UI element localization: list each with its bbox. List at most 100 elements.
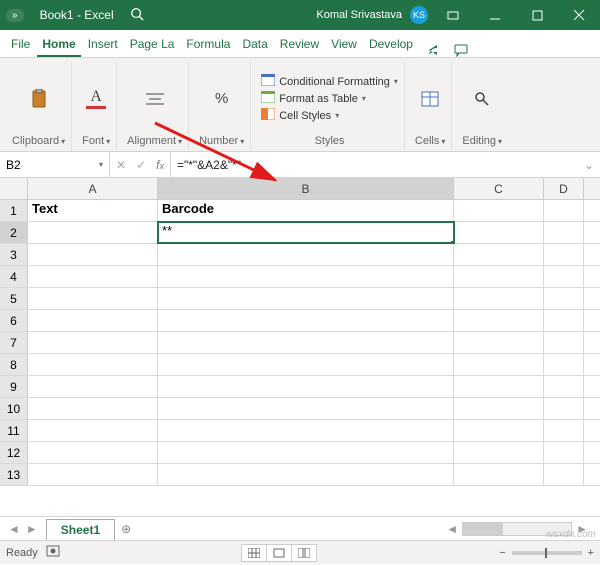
view-page-layout-icon[interactable] — [266, 544, 292, 562]
table-row[interactable]: 3 — [0, 244, 600, 266]
zoom-out-icon[interactable]: − — [499, 547, 505, 559]
cell[interactable] — [454, 376, 544, 397]
editing-button[interactable] — [472, 89, 492, 109]
cell[interactable] — [544, 464, 584, 485]
comments-button[interactable] — [448, 43, 474, 57]
new-sheet-button[interactable]: ⊕ — [121, 522, 131, 536]
minimize-icon[interactable] — [478, 0, 512, 30]
cell[interactable] — [454, 442, 544, 463]
cell[interactable] — [28, 288, 158, 309]
tab-developer[interactable]: Develop — [364, 32, 418, 57]
cell[interactable] — [158, 442, 454, 463]
cell[interactable] — [454, 354, 544, 375]
cell[interactable] — [158, 376, 454, 397]
column-header-A[interactable]: A — [28, 178, 158, 199]
zoom-slider[interactable] — [512, 551, 582, 555]
select-all-corner[interactable] — [0, 178, 28, 199]
tab-file[interactable]: File — [6, 32, 35, 57]
cell[interactable] — [454, 200, 544, 221]
tab-data[interactable]: Data — [237, 32, 272, 57]
expand-formula-icon[interactable]: ⌄ — [578, 158, 600, 172]
cell[interactable] — [544, 420, 584, 441]
cell[interactable] — [28, 332, 158, 353]
close-icon[interactable] — [562, 0, 596, 30]
cell-styles-button[interactable]: Cell Styles ▾ — [261, 108, 398, 123]
sheet-nav-prev-icon[interactable]: ◄ — [8, 522, 20, 536]
cell[interactable] — [158, 332, 454, 353]
table-row[interactable]: 7 — [0, 332, 600, 354]
view-normal-icon[interactable] — [241, 544, 267, 562]
row-header[interactable]: 4 — [0, 266, 28, 287]
cell[interactable] — [158, 288, 454, 309]
number-button[interactable]: % — [212, 89, 232, 109]
cell[interactable]: ** — [158, 222, 454, 243]
ribbon-display-icon[interactable] — [436, 0, 470, 30]
cell[interactable] — [544, 266, 584, 287]
cell[interactable] — [28, 310, 158, 331]
row-header[interactable]: 13 — [0, 464, 28, 485]
sheet-nav-next-icon[interactable]: ► — [26, 522, 38, 536]
cell[interactable] — [454, 310, 544, 331]
share-button[interactable] — [420, 43, 446, 57]
cell[interactable] — [544, 332, 584, 353]
fx-icon[interactable]: fx — [156, 158, 164, 172]
chevron-down-icon[interactable]: ▾ — [99, 160, 103, 169]
row-header[interactable]: 11 — [0, 420, 28, 441]
cell[interactable] — [28, 266, 158, 287]
table-row[interactable]: 4 — [0, 266, 600, 288]
cell[interactable] — [28, 420, 158, 441]
launcher-icon[interactable]: ▾ — [178, 137, 182, 146]
cells-button[interactable] — [420, 89, 440, 109]
row-header[interactable]: 10 — [0, 398, 28, 419]
table-row[interactable]: 11 — [0, 420, 600, 442]
cancel-icon[interactable]: ✕ — [116, 158, 126, 172]
cell[interactable] — [544, 200, 584, 221]
cell[interactable] — [158, 310, 454, 331]
search-icon[interactable] — [130, 7, 144, 24]
row-header[interactable]: 8 — [0, 354, 28, 375]
tab-formulas[interactable]: Formula — [181, 32, 235, 57]
conditional-formatting-button[interactable]: Conditional Formatting ▾ — [261, 74, 398, 89]
cell[interactable] — [544, 398, 584, 419]
cell[interactable] — [454, 266, 544, 287]
column-header-D[interactable]: D — [544, 178, 584, 199]
formula-input[interactable]: ="*"&A2&"*" — [171, 158, 578, 172]
row-header[interactable]: 9 — [0, 376, 28, 397]
tab-review[interactable]: Review — [275, 32, 324, 57]
table-row[interactable]: 2** — [0, 222, 600, 244]
cell[interactable] — [454, 332, 544, 353]
cell[interactable]: Text — [28, 200, 158, 221]
cell[interactable] — [158, 266, 454, 287]
row-header[interactable]: 1 — [0, 200, 28, 221]
cell[interactable] — [544, 288, 584, 309]
view-page-break-icon[interactable] — [291, 544, 317, 562]
cell[interactable] — [544, 442, 584, 463]
row-header[interactable]: 7 — [0, 332, 28, 353]
cell[interactable] — [28, 244, 158, 265]
cell[interactable] — [544, 376, 584, 397]
table-row[interactable]: 9 — [0, 376, 600, 398]
alignment-button[interactable] — [145, 89, 165, 109]
sheet-tab[interactable]: Sheet1 — [46, 519, 115, 540]
paste-button[interactable] — [29, 89, 49, 109]
cell[interactable] — [28, 442, 158, 463]
column-header-C[interactable]: C — [454, 178, 544, 199]
user-name[interactable]: Komal Srivastava — [316, 9, 402, 21]
cell[interactable] — [454, 244, 544, 265]
avatar[interactable]: KS — [410, 6, 428, 24]
row-header[interactable]: 6 — [0, 310, 28, 331]
cell[interactable] — [544, 354, 584, 375]
cell[interactable] — [28, 222, 158, 243]
table-row[interactable]: 5 — [0, 288, 600, 310]
cell[interactable] — [454, 464, 544, 485]
launcher-icon[interactable]: ▾ — [106, 137, 110, 146]
column-header-B[interactable]: B — [158, 178, 454, 199]
launcher-icon[interactable]: ▾ — [61, 137, 65, 146]
cell[interactable] — [454, 288, 544, 309]
launcher-icon[interactable]: ▾ — [240, 137, 244, 146]
row-header[interactable]: 12 — [0, 442, 28, 463]
cell[interactable]: Barcode — [158, 200, 454, 221]
cell[interactable] — [158, 244, 454, 265]
cell[interactable] — [544, 222, 584, 243]
cell[interactable] — [454, 420, 544, 441]
